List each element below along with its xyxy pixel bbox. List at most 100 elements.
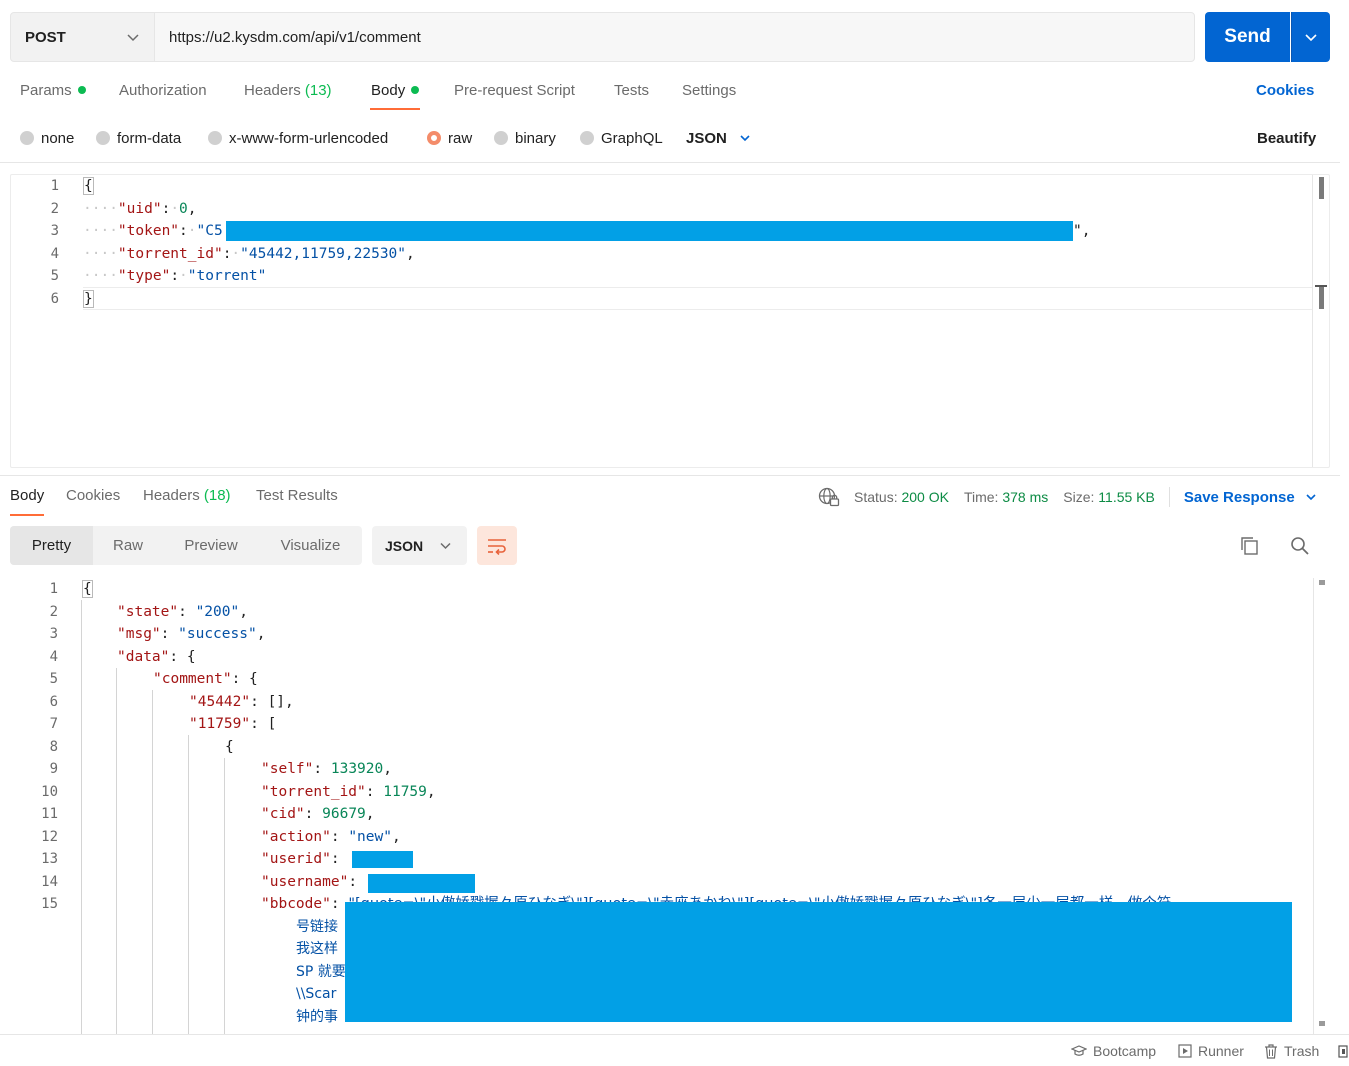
code-line: "11759": [	[189, 716, 277, 732]
url-input[interactable]: https://u2.kysdm.com/api/v1/comment	[154, 12, 1195, 62]
response-tab-headers-label: Headers	[143, 487, 200, 504]
raw-format-select[interactable]: JSON	[686, 126, 751, 150]
request-tabs: Params Authorization Headers (13) Body P…	[20, 80, 1330, 110]
radio-binary[interactable]: binary	[494, 126, 556, 150]
radio-circle	[20, 131, 34, 145]
radio-none-label: none	[41, 129, 75, 147]
bootcamp-button[interactable]: Bootcamp	[1071, 1043, 1156, 1059]
search-button[interactable]	[1288, 534, 1312, 558]
code-line: "torrent_id": 11759,	[261, 783, 436, 800]
redaction-block	[226, 221, 1073, 241]
body-type-selector: none form-data x-www-form-urlencoded raw…	[20, 126, 1330, 150]
code-token: "11759"	[189, 716, 251, 732]
chevron-down-icon	[1305, 34, 1317, 42]
time-value[interactable]: 378 ms	[1002, 489, 1048, 505]
tab-params[interactable]: Params	[20, 80, 86, 110]
send-button[interactable]: Send	[1205, 12, 1290, 62]
radio-none[interactable]: none	[20, 126, 74, 150]
radio-form-data[interactable]: form-data	[96, 126, 181, 150]
tab-pre-request-script[interactable]: Pre-request Script	[454, 80, 575, 110]
radio-urlencoded-label: x-www-form-urlencoded	[229, 129, 389, 147]
response-tab-cookies-label: Cookies	[66, 487, 121, 504]
code-token: 号链接	[296, 918, 338, 935]
response-tab-test-results-label: Test Results	[256, 487, 338, 504]
view-mode-preview[interactable]: Preview	[163, 526, 259, 565]
code-token: {	[225, 738, 234, 755]
scrollbar-thumb[interactable]	[1319, 177, 1324, 199]
method-select[interactable]: POST	[10, 12, 155, 62]
code-token: "self"	[261, 761, 314, 777]
code-token: "uid"	[117, 200, 162, 217]
line-number: 5	[50, 268, 59, 284]
size-value[interactable]: 11.55 KB	[1098, 489, 1155, 505]
bootcamp-label: Bootcamp	[1093, 1043, 1157, 1059]
line-number: 9	[49, 761, 58, 777]
tab-tests[interactable]: Tests	[614, 80, 649, 110]
play-box-icon	[1178, 1044, 1192, 1058]
code-token: "torrent"	[187, 268, 267, 284]
copy-button[interactable]	[1238, 534, 1262, 558]
response-tab-body[interactable]: Body	[10, 486, 45, 516]
radio-graphql[interactable]: GraphQL	[580, 126, 663, 150]
radio-raw[interactable]: raw	[427, 126, 472, 150]
radio-urlencoded[interactable]: x-www-form-urlencoded	[208, 126, 388, 150]
code-token: SP 就要	[296, 963, 346, 980]
save-response-button[interactable]: Save Response	[1184, 489, 1295, 506]
cookies-link[interactable]: Cookies	[1256, 80, 1314, 110]
tab-headers[interactable]: Headers (13)	[244, 80, 332, 110]
response-body-viewer[interactable]: 1 2 3 4 5 6 7 8 9 10 11 12 13 14 15 { "s…	[10, 578, 1330, 1034]
code-token: 11759	[383, 783, 427, 800]
tab-tests-label: Tests	[614, 82, 650, 99]
send-options-button[interactable]	[1291, 12, 1330, 62]
scroll-up-arrow[interactable]	[1319, 580, 1325, 585]
response-tab-cookies[interactable]: Cookies	[66, 486, 120, 516]
response-tab-headers[interactable]: Headers (18)	[143, 486, 231, 516]
code-token: "type"	[117, 268, 171, 284]
globe-lock-icon[interactable]	[818, 487, 840, 507]
send-label: Send	[1224, 26, 1271, 47]
tab-body[interactable]: Body	[369, 80, 421, 110]
params-indicator-dot	[77, 86, 86, 94]
wrap-lines-button[interactable]	[477, 526, 517, 565]
response-headers-count: (18)	[203, 487, 231, 504]
view-mode-visualize-label: Visualize	[280, 537, 341, 554]
trash-label: Trash	[1284, 1043, 1320, 1059]
code-token: "cid"	[261, 806, 305, 822]
view-mode-preview-label: Preview	[184, 537, 238, 554]
line-gutter: 1 2 3 4 5 6	[11, 175, 71, 310]
tab-authorization[interactable]: Authorization	[119, 80, 207, 110]
line-number: 12	[41, 828, 58, 845]
code-token: }	[83, 289, 94, 308]
code-token: "45442"	[189, 693, 251, 710]
request-editor-scrollbar[interactable]	[1312, 175, 1329, 467]
request-body-editor[interactable]: 1 2 3 4 5 6 { ····"uid":·0, ····"token":…	[10, 174, 1330, 468]
code-token: {	[82, 580, 93, 598]
divider	[1168, 487, 1170, 507]
code-token: "new"	[348, 828, 392, 845]
chevron-down-icon	[740, 135, 750, 142]
chevron-down-icon[interactable]	[1305, 491, 1317, 503]
response-viewer-scrollbar[interactable]	[1313, 578, 1330, 1034]
response-format-select[interactable]: JSON	[372, 526, 467, 565]
line-number: 6	[50, 290, 59, 307]
status-value[interactable]: 200 OK	[901, 489, 948, 505]
trash-button[interactable]: Trash	[1264, 1043, 1319, 1059]
runner-button[interactable]: Runner	[1178, 1043, 1244, 1059]
code-token: "token"	[117, 223, 180, 239]
redaction-block	[352, 851, 413, 868]
beautify-label: Beautify	[1257, 129, 1317, 147]
tab-settings[interactable]: Settings	[682, 80, 736, 110]
view-mode-raw[interactable]: Raw	[93, 526, 163, 565]
code-line: "data": {	[117, 648, 196, 665]
raw-format-label: JSON	[686, 129, 727, 147]
beautify-link[interactable]: Beautify	[1257, 126, 1316, 150]
line-number: 14	[41, 873, 58, 890]
line-number: 5	[49, 671, 58, 687]
two-pane-toggle[interactable]	[1338, 1045, 1349, 1058]
tab-body-label: Body	[371, 82, 406, 99]
scroll-down-arrow[interactable]	[1319, 1021, 1325, 1026]
code-line: "state": "200",	[117, 603, 248, 620]
view-mode-pretty[interactable]: Pretty	[10, 526, 93, 565]
view-mode-visualize[interactable]: Visualize	[259, 526, 362, 565]
response-tab-test-results[interactable]: Test Results	[256, 486, 338, 516]
